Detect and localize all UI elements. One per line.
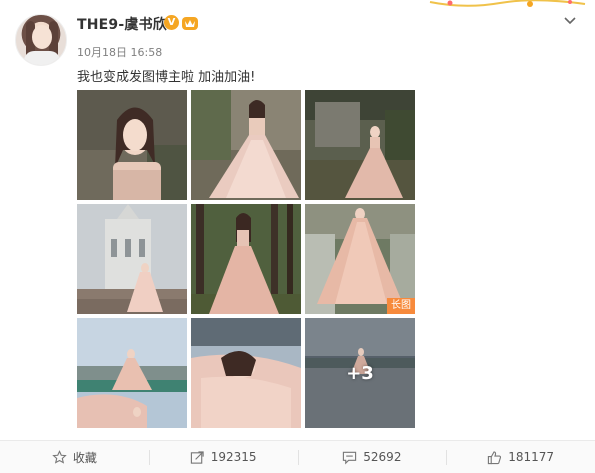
vip-crown-icon xyxy=(182,17,198,30)
photo-8[interactable] xyxy=(191,318,301,428)
comment-button[interactable]: 52692 xyxy=(297,441,447,473)
more-photos-count[interactable]: +3 xyxy=(305,318,415,428)
photo-7[interactable] xyxy=(77,318,187,428)
like-button[interactable]: 181177 xyxy=(446,441,595,473)
photo-3[interactable] xyxy=(305,90,415,200)
avatar[interactable] xyxy=(15,14,67,66)
thumbs-up-icon xyxy=(488,450,502,464)
repost-button[interactable]: 192315 xyxy=(148,441,298,473)
photo-5[interactable] xyxy=(191,204,301,314)
repost-count: 192315 xyxy=(210,450,257,464)
photo-9[interactable]: +3 xyxy=(305,318,415,428)
star-icon xyxy=(52,449,67,464)
username[interactable]: THE9-虞书欣 xyxy=(77,14,167,34)
photo-grid: 长图 +3 xyxy=(77,90,415,430)
post-text: 我也变成发图博主啦 加油加油! xyxy=(77,70,256,85)
comment-bubble-icon xyxy=(343,451,357,464)
weibo-post-card: THE9-虞书欣 V 10月18日 16:58 我也变成发图博主啦 加油加油! xyxy=(0,0,595,473)
decorative-banner xyxy=(420,0,590,10)
verified-badge-icon: V xyxy=(164,15,179,30)
long-image-tag: 长图 xyxy=(387,298,415,314)
favorite-button[interactable]: 收藏 xyxy=(0,441,149,473)
photo-2[interactable] xyxy=(191,90,301,200)
post-action-bar: 收藏 192315 52692 181177 xyxy=(0,440,595,473)
chevron-down-icon[interactable] xyxy=(562,12,578,28)
photo-6[interactable]: 长图 xyxy=(305,204,415,314)
comment-count: 52692 xyxy=(363,450,402,464)
share-arrow-icon xyxy=(190,450,204,464)
photo-1[interactable] xyxy=(77,90,187,200)
photo-4[interactable] xyxy=(77,204,187,314)
post-timestamp[interactable]: 10月18日 16:58 xyxy=(77,44,162,60)
favorite-label: 收藏 xyxy=(72,450,97,465)
like-count: 181177 xyxy=(508,450,555,464)
